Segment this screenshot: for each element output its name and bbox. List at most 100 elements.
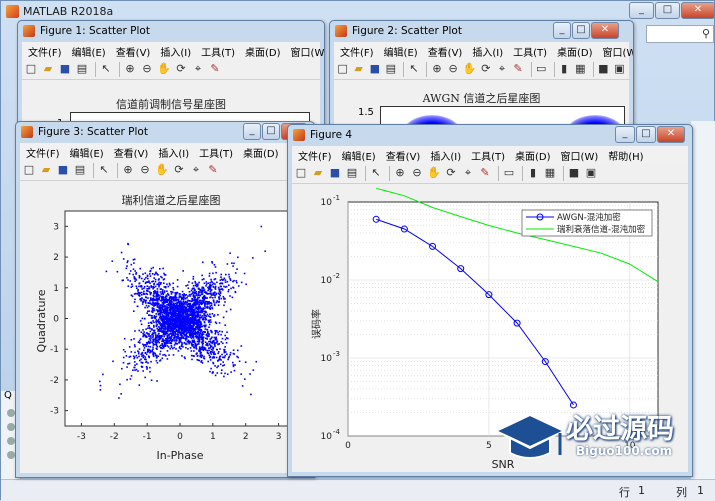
show-tools-icon[interactable]: ▣ — [613, 62, 626, 76]
legend-icon[interactable]: ▦ — [543, 166, 557, 180]
menu-view[interactable]: 查看(V) — [380, 146, 425, 163]
scatter-point — [180, 337, 182, 339]
figure-2-window[interactable]: Figure 2: Scatter Plot _ □ ✕ 文件(F) 编辑(E)… — [329, 20, 634, 140]
menu-window[interactable]: 窗口(W) — [597, 42, 633, 59]
minimize-icon[interactable]: _ — [553, 22, 571, 39]
maximize-icon[interactable]: □ — [572, 22, 590, 39]
print-icon[interactable]: ▤ — [73, 163, 87, 177]
menu-edit[interactable]: 编辑(E) — [336, 146, 380, 163]
rotate-icon[interactable]: ⟳ — [174, 62, 188, 76]
maximize-icon[interactable]: □ — [655, 2, 680, 19]
menu-edit[interactable]: 编辑(E) — [66, 42, 110, 59]
colorbar-icon[interactable]: ▮ — [526, 166, 540, 180]
brush-icon[interactable]: ✎ — [478, 166, 492, 180]
new-figure-icon[interactable]: □ — [294, 166, 308, 180]
figure-3-window[interactable]: Figure 3: Scatter Plot _ □ ✕ 文件(F) 编辑(E)… — [15, 121, 315, 478]
save-icon[interactable]: ■ — [56, 163, 70, 177]
menu-desktop[interactable]: 桌面(D) — [237, 143, 283, 160]
print-icon[interactable]: ▤ — [345, 166, 359, 180]
menu-insert[interactable]: 插入(I) — [424, 146, 465, 163]
brush-icon[interactable]: ✎ — [208, 62, 222, 76]
menu-desktop[interactable]: 桌面(D) — [239, 42, 285, 59]
menu-desktop[interactable]: 桌面(D) — [551, 42, 597, 59]
pointer-icon[interactable]: ↖ — [407, 62, 420, 76]
close-icon[interactable]: ✕ — [591, 22, 619, 39]
legend-icon[interactable]: ▦ — [574, 62, 587, 76]
menu-view[interactable]: 查看(V) — [422, 42, 467, 59]
menu-file[interactable]: 文件(F) — [292, 146, 336, 163]
minimize-icon[interactable]: _ — [629, 2, 654, 19]
open-file-icon[interactable]: ▰ — [39, 163, 53, 177]
show-tools-icon[interactable]: ▣ — [584, 166, 598, 180]
print-icon[interactable]: ▤ — [384, 62, 397, 76]
figure-toolbar: □ ▰ ■ ▤ ↖ ⊕ ⊖ ✋ ⟳ ⌖ ✎ ▭ ▮ ▦ ■ ▣ — [292, 163, 688, 184]
menu-view[interactable]: 查看(V) — [110, 42, 155, 59]
brush-icon[interactable]: ✎ — [206, 163, 220, 177]
pointer-icon[interactable]: ↖ — [97, 163, 111, 177]
data-cursor-icon[interactable]: ⌖ — [189, 163, 203, 177]
menu-insert[interactable]: 插入(I) — [152, 143, 193, 160]
close-icon[interactable]: ✕ — [681, 2, 715, 19]
menu-tools[interactable]: 工具(T) — [507, 42, 551, 59]
menu-file[interactable]: 文件(F) — [334, 42, 378, 59]
rotate-icon[interactable]: ⟳ — [479, 62, 492, 76]
zoom-in-icon[interactable]: ⊕ — [393, 166, 407, 180]
close-icon[interactable]: ✕ — [657, 126, 685, 143]
data-cursor-icon[interactable]: ⌖ — [495, 62, 508, 76]
zoom-in-icon[interactable]: ⊕ — [123, 62, 137, 76]
scatter-point — [177, 310, 180, 312]
maximize-icon[interactable]: □ — [262, 123, 280, 140]
minimize-icon[interactable]: _ — [243, 123, 261, 140]
zoom-in-icon[interactable]: ⊕ — [430, 62, 443, 76]
menu-insert[interactable]: 插入(I) — [154, 42, 195, 59]
menu-tools[interactable]: 工具(T) — [195, 42, 239, 59]
new-figure-icon[interactable]: □ — [24, 62, 38, 76]
menu-file[interactable]: 文件(F) — [20, 143, 64, 160]
matlab-search-input[interactable]: ⚲ — [646, 25, 714, 43]
open-file-icon[interactable]: ▰ — [352, 62, 365, 76]
pointer-icon[interactable]: ↖ — [99, 62, 113, 76]
menu-window[interactable]: 窗口(W) — [285, 42, 324, 59]
pan-icon[interactable]: ✋ — [157, 62, 171, 76]
menu-window[interactable]: 窗口(W) — [555, 146, 603, 163]
menu-tools[interactable]: 工具(T) — [193, 143, 237, 160]
save-icon[interactable]: ■ — [328, 166, 342, 180]
zoom-in-icon[interactable]: ⊕ — [121, 163, 135, 177]
pointer-icon[interactable]: ↖ — [369, 166, 383, 180]
colorbar-icon[interactable]: ▮ — [558, 62, 571, 76]
menu-edit[interactable]: 编辑(E) — [378, 42, 422, 59]
zoom-out-icon[interactable]: ⊖ — [410, 166, 424, 180]
hide-tools-icon[interactable]: ■ — [567, 166, 581, 180]
save-icon[interactable]: ■ — [368, 62, 381, 76]
minimize-icon[interactable]: _ — [615, 126, 635, 143]
open-file-icon[interactable]: ▰ — [311, 166, 325, 180]
data-cursor-icon[interactable]: ⌖ — [461, 166, 475, 180]
new-figure-icon[interactable]: □ — [336, 62, 349, 76]
save-icon[interactable]: ■ — [58, 62, 72, 76]
pan-icon[interactable]: ✋ — [155, 163, 169, 177]
menu-desktop[interactable]: 桌面(D) — [509, 146, 555, 163]
menu-insert[interactable]: 插入(I) — [466, 42, 507, 59]
menu-tools[interactable]: 工具(T) — [465, 146, 509, 163]
print-icon[interactable]: ▤ — [75, 62, 89, 76]
scatter-point — [213, 301, 215, 303]
zoom-out-icon[interactable]: ⊖ — [138, 163, 152, 177]
zoom-out-icon[interactable]: ⊖ — [447, 62, 460, 76]
link-icon[interactable]: ▭ — [535, 62, 548, 76]
data-cursor-icon[interactable]: ⌖ — [191, 62, 205, 76]
menu-view[interactable]: 查看(V) — [108, 143, 153, 160]
pan-icon[interactable]: ✋ — [427, 166, 441, 180]
brush-icon[interactable]: ✎ — [512, 62, 525, 76]
rotate-icon[interactable]: ⟳ — [172, 163, 186, 177]
open-file-icon[interactable]: ▰ — [41, 62, 55, 76]
link-icon[interactable]: ▭ — [502, 166, 516, 180]
zoom-out-icon[interactable]: ⊖ — [140, 62, 154, 76]
pan-icon[interactable]: ✋ — [463, 62, 477, 76]
new-figure-icon[interactable]: □ — [22, 163, 36, 177]
menu-edit[interactable]: 编辑(E) — [64, 143, 108, 160]
rotate-icon[interactable]: ⟳ — [444, 166, 458, 180]
menu-help[interactable]: 帮助(H) — [602, 146, 647, 163]
maximize-icon[interactable]: □ — [636, 126, 656, 143]
hide-tools-icon[interactable]: ■ — [597, 62, 610, 76]
menu-file[interactable]: 文件(F) — [22, 42, 66, 59]
